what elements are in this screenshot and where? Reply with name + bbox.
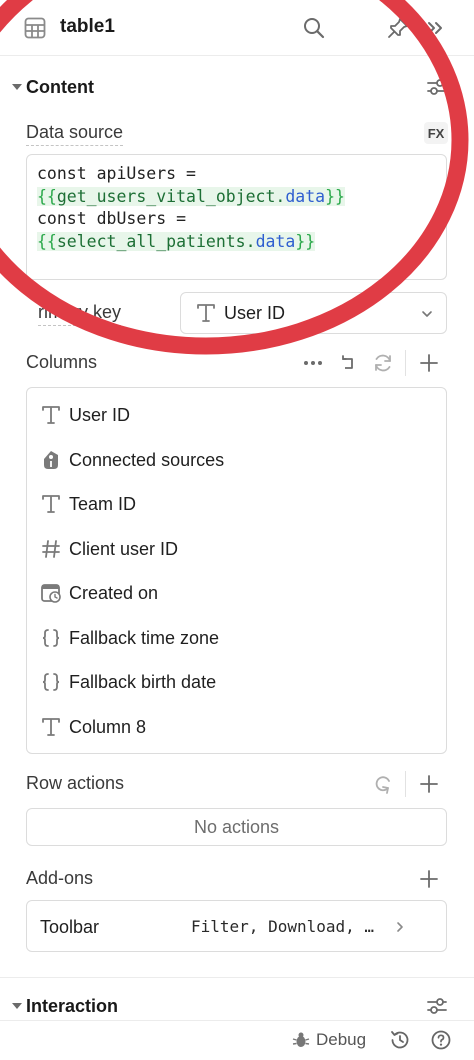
row-actions-sync-button[interactable]	[371, 772, 395, 796]
braces-icon	[42, 673, 60, 691]
list-item[interactable]: Column 8	[27, 705, 446, 749]
sliders-icon[interactable]	[426, 76, 448, 98]
column-label: Team ID	[69, 494, 137, 514]
refresh-columns-button[interactable]	[371, 351, 395, 375]
help-icon[interactable]	[430, 1029, 452, 1051]
pin-button[interactable]	[384, 14, 412, 42]
primary-key-label: rimary key	[38, 302, 122, 326]
text-type-icon	[42, 495, 60, 513]
search-button[interactable]	[300, 14, 328, 42]
list-item[interactable]: Team ID	[27, 482, 446, 526]
code-line: {{get_users_vital_object.data}}	[37, 186, 345, 206]
fx-toggle[interactable]: FX	[424, 122, 448, 144]
plus-icon	[420, 870, 438, 888]
list-item[interactable]: Fallback birth date	[27, 660, 446, 704]
list-item[interactable]: Connected sources	[27, 438, 446, 482]
interaction-section-label: Interaction	[26, 995, 119, 1016]
column-label: Fallback birth date	[69, 672, 217, 692]
more-horizontal-icon	[304, 361, 322, 365]
collapse-panel-button[interactable]	[421, 14, 449, 42]
add-ons-label: Add-ons	[26, 868, 94, 888]
plus-icon	[420, 775, 438, 793]
column-label: Column 8	[69, 717, 147, 737]
add-addon-button[interactable]	[417, 867, 441, 891]
column-label: Connected sources	[69, 450, 225, 470]
code-line: const apiUsers =	[37, 164, 196, 183]
columns-label: Columns	[26, 352, 98, 372]
hash-icon	[42, 540, 60, 558]
toolbar-addon-row[interactable]: Toolbar Filter, Download, …	[26, 900, 447, 952]
data-source-code-editor[interactable]: const apiUsers = {{get_users_vital_objec…	[26, 154, 447, 280]
pin-icon	[388, 18, 408, 38]
sliders-icon[interactable]	[426, 995, 448, 1017]
list-item[interactable]: Fallback time zone	[27, 616, 446, 660]
caret-down-icon	[12, 84, 22, 90]
tag-icon	[44, 451, 58, 469]
text-type-icon	[42, 718, 60, 736]
code-line: const dbUsers =	[37, 209, 187, 228]
search-icon	[304, 18, 325, 39]
toolbar-addon-value: Filter, Download, …	[191, 917, 375, 936]
reset-columns-button[interactable]	[336, 351, 360, 375]
list-item[interactable]: Client user ID	[27, 527, 446, 571]
toolbar-divider	[405, 771, 406, 797]
primary-key-value: User ID	[224, 303, 286, 323]
more-options-button[interactable]	[301, 351, 325, 375]
component-title[interactable]: table1	[60, 16, 115, 38]
debug-button[interactable]: Debug	[292, 1030, 366, 1050]
list-item[interactable]: Created on	[27, 571, 446, 615]
data-source-label: Data source	[26, 122, 124, 146]
collapse-icon	[428, 22, 442, 34]
braces-icon	[42, 629, 60, 647]
debug-label: Debug	[316, 1030, 367, 1049]
inspector-header: table1	[0, 0, 474, 56]
plus-icon	[420, 354, 438, 372]
section-divider	[0, 977, 474, 978]
table-icon	[24, 17, 46, 39]
column-label: User ID	[69, 405, 131, 425]
content-section-header[interactable]: Content	[0, 70, 474, 104]
row-actions-label: Row actions	[26, 773, 125, 793]
column-label: Client user ID	[69, 539, 179, 559]
calendar-clock-icon	[41, 584, 61, 603]
toolbar-addon-label: Toolbar	[40, 917, 100, 937]
bug-icon	[292, 1032, 310, 1047]
reset-icon	[342, 355, 353, 369]
column-label: Created on	[69, 583, 159, 603]
columns-list: User ID Connected sources Team ID Client…	[26, 387, 447, 754]
status-footer: Debug	[0, 1020, 474, 1060]
caret-down-icon	[12, 1003, 22, 1009]
interaction-section-header[interactable]: Interaction	[0, 989, 474, 1023]
list-item[interactable]: User ID	[27, 393, 446, 437]
add-row-action-button[interactable]	[417, 772, 441, 796]
refresh-icon	[375, 354, 391, 372]
code-line: {{select_all_patients.data}}	[37, 231, 316, 251]
text-type-icon	[42, 406, 60, 424]
toolbar-divider	[405, 350, 406, 376]
sync-icon	[375, 776, 390, 794]
add-column-button[interactable]	[417, 351, 441, 375]
content-section-label: Content	[26, 76, 94, 97]
chevron-down-icon	[422, 311, 432, 317]
row-actions-empty[interactable]: No actions	[26, 808, 447, 846]
primary-key-select[interactable]: User ID	[180, 292, 447, 334]
history-icon[interactable]	[389, 1029, 411, 1051]
chevron-right-icon	[397, 922, 403, 932]
text-type-icon	[197, 304, 215, 322]
column-label: Fallback time zone	[69, 628, 220, 648]
